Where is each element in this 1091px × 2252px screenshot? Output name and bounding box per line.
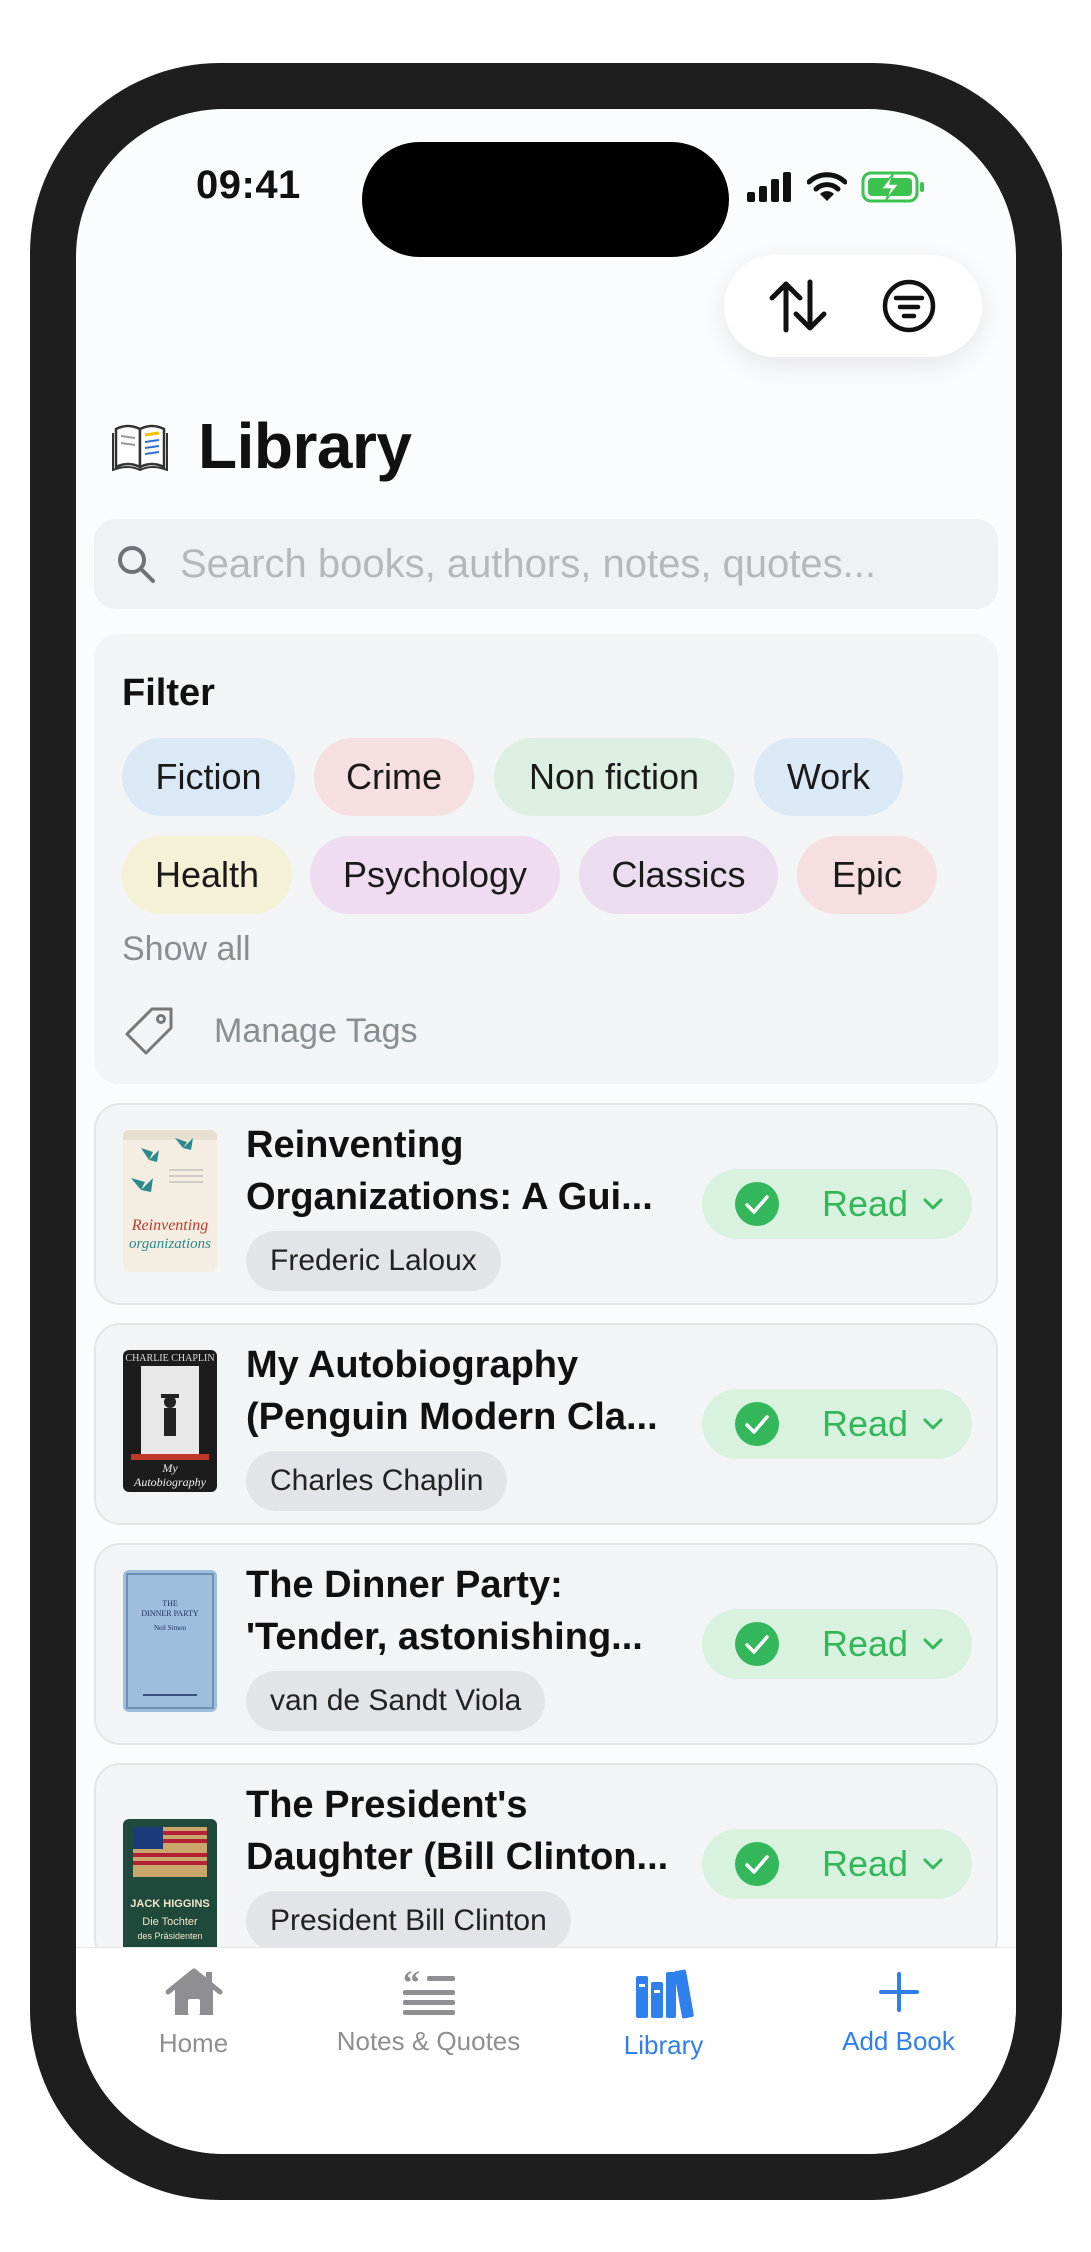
read-status-dropdown[interactable]: Read xyxy=(702,1609,972,1679)
tab-label: Add Book xyxy=(842,2026,955,2056)
search-icon xyxy=(118,546,155,583)
tag-chip-epic[interactable]: Epic xyxy=(797,836,937,914)
tab-add-book[interactable]: Add Book xyxy=(781,1968,1016,2057)
book-row[interactable]: THE DINNER PARTY Neil Simon The Dinner P… xyxy=(94,1543,998,1745)
author-chip[interactable]: Frederic Laloux xyxy=(246,1231,501,1291)
author-chip[interactable]: Charles Chaplin xyxy=(246,1451,508,1511)
tab-label: Home xyxy=(158,2028,229,2058)
cover-title-line1: JACK HIGGINS xyxy=(130,1898,209,1910)
tag-chip-classics[interactable]: Classics xyxy=(579,836,778,914)
quote-icon: “ xyxy=(402,1968,455,2015)
manage-tags-button[interactable]: Manage Tags xyxy=(122,1004,418,1058)
book-row[interactable]: Reinventing organizations Reinventing Or… xyxy=(94,1103,998,1305)
read-status-dropdown[interactable]: Read xyxy=(702,1389,972,1459)
app-screen: 09:41 Library Search books, authors, not… xyxy=(76,109,1016,2154)
chevron-down-icon xyxy=(923,1198,943,1210)
cover-title-line2: Autobiography xyxy=(133,1475,207,1489)
checkmark-circle-icon xyxy=(735,1842,779,1886)
svg-text:“: “ xyxy=(403,1968,420,2002)
cover-title-line2: organizations xyxy=(129,1236,211,1252)
tag-chip-non-fiction[interactable]: Non fiction xyxy=(494,738,734,816)
cover-title-line1: THE xyxy=(162,1599,178,1608)
read-status-dropdown[interactable]: Read xyxy=(702,1829,972,1899)
tag-chip-fiction[interactable]: Fiction xyxy=(122,738,295,816)
filter-card: Filter Fiction Crime Non fiction Work He… xyxy=(94,634,998,1084)
dynamic-island xyxy=(362,142,729,257)
search-input[interactable] xyxy=(178,540,998,588)
sort-button[interactable] xyxy=(763,271,833,341)
checkmark-circle-icon xyxy=(735,1402,779,1446)
chevron-down-icon xyxy=(923,1418,943,1430)
tab-home[interactable]: Home xyxy=(76,1968,311,2059)
cover-author: Neil Simon xyxy=(154,1624,187,1632)
status-icons xyxy=(747,167,927,207)
search-bar[interactable] xyxy=(94,519,998,609)
plus-icon xyxy=(878,1972,919,2012)
book-cover: JACK HIGGINS Die Tochter des Präsidenten xyxy=(123,1819,217,1961)
tab-label: Notes & Quotes xyxy=(336,2026,521,2056)
tab-label: Library xyxy=(623,2030,704,2060)
checkmark-circle-icon xyxy=(735,1622,779,1666)
book-title: The President's Daughter (Bill Clinton..… xyxy=(246,1784,669,1878)
cellular-signal-icon xyxy=(747,172,791,202)
show-all-link[interactable]: Show all xyxy=(122,930,251,969)
book-title: Reinventing Organizations: A Gui... xyxy=(246,1124,653,1218)
manage-tags-label: Manage Tags xyxy=(214,1011,418,1050)
status-label: Read xyxy=(822,1843,909,1884)
cover-title-line3: des Präsidenten xyxy=(137,1931,202,1941)
tag-icon xyxy=(125,1007,173,1055)
book-cover: THE DINNER PARTY Neil Simon xyxy=(123,1570,217,1712)
title-row: Library xyxy=(112,409,412,483)
books-icon xyxy=(635,1969,694,2019)
status-label: Read xyxy=(822,1403,909,1444)
open-book-icon xyxy=(112,424,168,471)
house-icon xyxy=(165,1968,222,2015)
cover-title-line1: My xyxy=(161,1461,178,1475)
filter-title: Filter xyxy=(122,672,215,714)
battery-charging-icon xyxy=(861,171,924,203)
author-chip[interactable]: President Bill Clinton xyxy=(246,1891,571,1951)
cover-title-line2: Die Tochter xyxy=(142,1916,198,1928)
filter-button[interactable] xyxy=(874,271,944,341)
checkmark-circle-icon xyxy=(735,1182,779,1226)
book-title: The Dinner Party: 'Tender, astonishing..… xyxy=(246,1564,643,1658)
book-cover: CHARLIE CHAPLIN My Autobiography xyxy=(123,1350,217,1492)
book-row[interactable]: JACK HIGGINS Die Tochter des Präsidenten… xyxy=(94,1763,998,1965)
cover-top-text: CHARLIE CHAPLIN xyxy=(125,1353,214,1364)
tag-chip-health[interactable]: Health xyxy=(122,836,292,914)
top-actions xyxy=(724,255,982,357)
tab-notes-quotes[interactable]: “ Notes & Quotes xyxy=(311,1968,546,2057)
page-title: Library xyxy=(198,410,412,482)
status-label: Read xyxy=(822,1183,909,1224)
status-time: 09:41 xyxy=(196,163,301,207)
chevron-down-icon xyxy=(923,1858,943,1870)
tab-library[interactable]: Library xyxy=(546,1968,781,2061)
book-title: My Autobiography (Penguin Modern Cla... xyxy=(246,1344,658,1438)
cover-title-line2: DINNER PARTY xyxy=(141,1609,198,1618)
author-chip[interactable]: van de Sandt Viola xyxy=(246,1671,546,1731)
filter-circle-icon xyxy=(882,279,935,333)
tab-bar: Home “ Notes & Quotes Library Add Book xyxy=(76,1947,1016,2154)
tag-chip-crime[interactable]: Crime xyxy=(314,738,474,816)
read-status-dropdown[interactable]: Read xyxy=(702,1169,972,1239)
book-row[interactable]: CHARLIE CHAPLIN My Autobiography My Auto… xyxy=(94,1323,998,1525)
tag-chip-work[interactable]: Work xyxy=(754,738,903,816)
wifi-icon xyxy=(807,172,847,201)
status-label: Read xyxy=(822,1623,909,1664)
cover-title-line1: Reinventing xyxy=(131,1217,208,1234)
book-cover: Reinventing organizations xyxy=(123,1130,217,1272)
tag-chip-psychology[interactable]: Psychology xyxy=(310,836,560,914)
sort-arrows-icon xyxy=(769,279,826,333)
chevron-down-icon xyxy=(923,1638,943,1650)
